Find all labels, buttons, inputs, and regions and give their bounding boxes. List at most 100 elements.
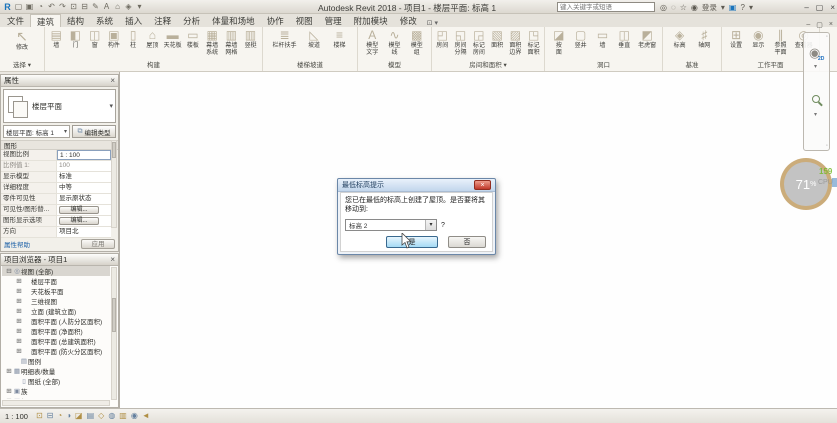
- tree-item-elevations[interactable]: ⊞立面 (建筑立面): [2, 306, 110, 316]
- apply-button[interactable]: 应用: [81, 239, 115, 249]
- type-selector-caret-icon[interactable]: ▾: [109, 102, 113, 110]
- properties-close-icon[interactable]: ×: [110, 76, 115, 86]
- no-button[interactable]: 否: [448, 236, 486, 248]
- expand-icon[interactable]: ⊞: [5, 387, 13, 395]
- area-button[interactable]: ▧面积: [489, 28, 505, 50]
- analytical-model-icon[interactable]: ◉: [131, 409, 138, 423]
- model-text-button[interactable]: A模型 文字: [364, 28, 380, 56]
- floor-button[interactable]: ▭楼板: [185, 28, 201, 50]
- properties-help-link[interactable]: 属性帮助: [4, 239, 30, 249]
- grid-button[interactable]: ♯轴网: [696, 28, 712, 50]
- column-button[interactable]: ▯柱: [125, 28, 141, 50]
- collapse-icon[interactable]: ⊟: [5, 267, 13, 275]
- search-input[interactable]: [557, 2, 655, 12]
- type-selector[interactable]: 楼层平面 ▾: [3, 89, 116, 123]
- browser-scrollbar[interactable]: [111, 267, 117, 400]
- redo-icon[interactable]: ↷: [57, 0, 68, 14]
- expand-icon[interactable]: ⊞: [15, 307, 23, 315]
- view-minimize-button[interactable]: –: [806, 21, 810, 29]
- tree-item-area-plan-fire[interactable]: ⊞面积平面 (防火分区面积): [2, 346, 110, 356]
- tree-item-groups[interactable]: ⊞◳组: [2, 396, 110, 399]
- tab-manage[interactable]: 管理: [319, 14, 348, 27]
- vg-edit-button[interactable]: 编辑...: [59, 206, 99, 214]
- tree-item-area-plan-civil-defense[interactable]: ⊞面积平面 (人防分区面积): [2, 316, 110, 326]
- expand-icon[interactable]: ⊞: [15, 287, 23, 295]
- tag-room-button[interactable]: ◲标记 房间: [471, 28, 487, 56]
- properties-scrollbar[interactable]: [111, 140, 117, 228]
- expand-icon[interactable]: ⊞: [5, 397, 13, 399]
- navbar-options-icon[interactable]: ◦: [826, 34, 828, 40]
- tree-item-ceiling-plans[interactable]: ⊞天花板平面: [2, 286, 110, 296]
- opening-by-face-button[interactable]: ◪按 面: [551, 28, 567, 56]
- shadows-icon[interactable]: ◑: [66, 409, 71, 423]
- tab-systems[interactable]: 系统: [90, 14, 119, 27]
- tab-annotate[interactable]: 注释: [148, 14, 177, 27]
- tab-addins[interactable]: 附加模块: [348, 14, 394, 27]
- yes-button[interactable]: 是: [386, 236, 438, 248]
- account-icon[interactable]: ◉: [691, 3, 698, 12]
- wall-button[interactable]: ▤墙: [48, 28, 64, 50]
- roof-button[interactable]: ⌂屋顶: [144, 28, 160, 50]
- expand-icon[interactable]: ⊞: [15, 277, 23, 285]
- view-restore-button[interactable]: ▢: [816, 21, 823, 29]
- dialog-title-bar[interactable]: 最低标高提示 ×: [338, 179, 495, 192]
- stair-button[interactable]: ≡楼梯: [331, 28, 347, 50]
- ref-plane-button[interactable]: ∥参照 平面: [773, 28, 789, 56]
- maximize-button[interactable]: ▢: [816, 3, 824, 12]
- sign-in-button[interactable]: 登录: [702, 2, 717, 13]
- set-work-plane-button[interactable]: ⊞设置: [728, 28, 744, 50]
- modify-button[interactable]: ↖ 修改: [14, 28, 30, 52]
- expand-icon[interactable]: ⊞: [15, 347, 23, 355]
- level-dropdown[interactable]: 标高 2 ▾: [345, 219, 437, 231]
- tab-massing-site[interactable]: 体量和场地: [206, 14, 261, 27]
- section-icon[interactable]: ◈: [123, 0, 134, 14]
- room-separator-button[interactable]: ◱房间 分隔: [453, 28, 469, 56]
- model-line-button[interactable]: ∿模型 线: [387, 28, 403, 56]
- show-crop-region-icon[interactable]: ▤: [87, 409, 95, 423]
- open-icon[interactable]: ▢: [13, 0, 24, 14]
- instance-combo-caret-icon[interactable]: ▾: [64, 128, 67, 135]
- subscription-icon[interactable]: ◌: [671, 3, 676, 12]
- wall-opening-button[interactable]: ▭墙: [594, 28, 610, 50]
- area-boundary-button[interactable]: ▨面积 边界: [507, 28, 523, 56]
- tab-file[interactable]: 文件: [1, 14, 30, 27]
- door-button[interactable]: ◧门: [67, 28, 83, 50]
- help-caret-icon[interactable]: ▾: [749, 3, 753, 12]
- shaft-button[interactable]: ▢竖井: [573, 28, 589, 50]
- exchange-apps-icon[interactable]: ▣: [729, 3, 737, 12]
- show-work-plane-button[interactable]: ◉显示: [750, 28, 766, 50]
- view-close-button[interactable]: ×: [829, 21, 833, 29]
- room-button[interactable]: ◰房间: [434, 28, 450, 50]
- tree-item-families[interactable]: ⊞▣族: [2, 386, 110, 396]
- tree-item-area-plan-net[interactable]: ⊞面积平面 (净面积): [2, 326, 110, 336]
- favorites-icon[interactable]: ☆: [680, 3, 687, 12]
- railing-button[interactable]: ≣栏杆扶手: [272, 28, 296, 50]
- tree-item-schedules[interactable]: ⊞▦明细表/数量: [2, 366, 110, 376]
- tab-analyze[interactable]: 分析: [177, 14, 206, 27]
- tag-area-button[interactable]: ◳标记 面积: [526, 28, 542, 56]
- properties-scroll-thumb[interactable]: [112, 142, 116, 158]
- sun-path-icon[interactable]: ◔: [57, 409, 62, 423]
- level-button[interactable]: ◈标高: [672, 28, 688, 50]
- text-icon[interactable]: A: [101, 0, 112, 14]
- level-dropdown-caret-icon[interactable]: ▾: [425, 220, 436, 230]
- undo-icon[interactable]: ↶: [46, 0, 57, 14]
- wheel-caret-icon[interactable]: ▾: [814, 63, 817, 70]
- tab-architecture[interactable]: 建筑: [30, 14, 61, 27]
- tree-item-floor-plans[interactable]: ⊞楼层平面: [2, 276, 110, 286]
- tree-item-3d-views[interactable]: ⊞三维视图: [2, 296, 110, 306]
- ceiling-button[interactable]: ▬天花板: [164, 28, 182, 50]
- tab-structure[interactable]: 结构: [61, 14, 90, 27]
- model-group-button[interactable]: ▩模型 组: [409, 28, 425, 56]
- save-icon[interactable]: ▣: [24, 0, 35, 14]
- navbar-options2-icon[interactable]: ◦: [826, 143, 828, 149]
- edit-type-button[interactable]: ⧉ 编辑类型: [72, 125, 116, 138]
- expand-icon[interactable]: ⊞: [15, 327, 23, 335]
- qat-customize-icon[interactable]: ▾: [134, 0, 145, 14]
- temporary-view-properties-icon[interactable]: ▥: [119, 409, 127, 423]
- curtain-grid-button[interactable]: ▥幕墙 网格: [223, 28, 239, 56]
- measure-icon[interactable]: ⊟: [79, 0, 90, 14]
- parts-visibility-value[interactable]: 显示原状态: [57, 194, 111, 204]
- search-icon[interactable]: ◎: [660, 3, 667, 12]
- curtain-system-button[interactable]: ▦幕墙 系统: [204, 28, 220, 56]
